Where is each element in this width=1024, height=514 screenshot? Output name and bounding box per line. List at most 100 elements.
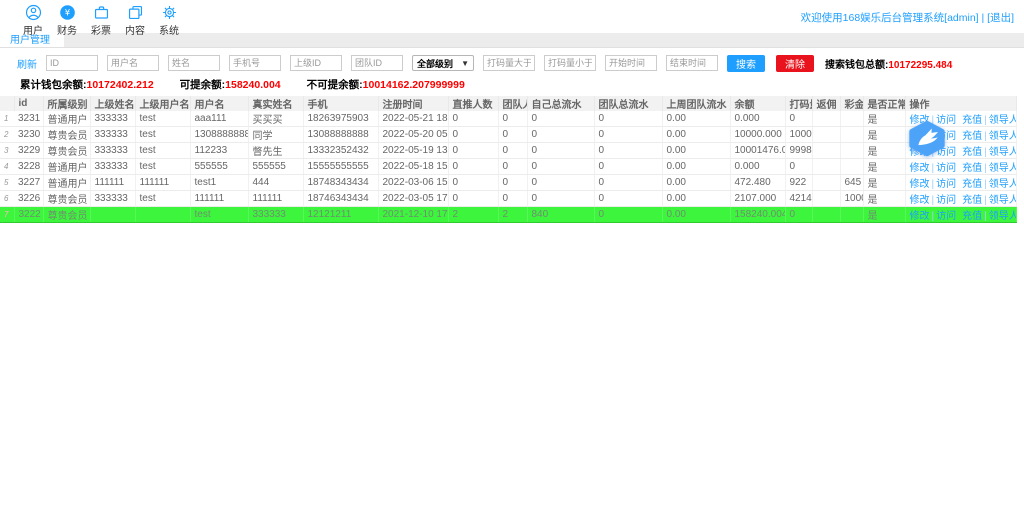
link-separator: |: [982, 131, 989, 142]
cell-team-flow: 0: [594, 143, 662, 159]
action-recharge-link[interactable]: 充值: [962, 195, 982, 206]
cell-last-week-team-flow: 0.00: [662, 207, 730, 223]
name-input[interactable]: [168, 55, 220, 71]
table-row: 33229尊贵会员333333test112233瞥先生133323524322…: [0, 143, 1016, 159]
parent-id-input[interactable]: [290, 55, 342, 71]
action-leader-link[interactable]: 领导人: [989, 131, 1016, 142]
link-separator: |: [982, 179, 989, 190]
cell-level: 普通用户: [43, 175, 90, 191]
non-withdrawable-balance-label: 不可提余额:: [307, 79, 363, 91]
dove-widget-icon[interactable]: [906, 120, 948, 162]
cell-level: 普通用户: [43, 111, 90, 127]
cell-last-week-team-flow: 0.00: [662, 175, 730, 191]
cell-balance: 0.000: [730, 111, 785, 127]
header-level: 所属级别: [43, 96, 90, 111]
phone-input[interactable]: [229, 55, 281, 71]
cell-direct-count: 0: [448, 127, 498, 143]
cell-bonus: [840, 143, 863, 159]
cell-team-flow: 0: [594, 207, 662, 223]
header-is-normal: 是否正常: [863, 96, 905, 111]
cell-team-flow: 0: [594, 127, 662, 143]
level-select-value: 全部级别: [417, 57, 453, 70]
clear-button[interactable]: 清除: [776, 55, 814, 72]
action-edit-link[interactable]: 修改: [910, 179, 930, 190]
action-visit-link[interactable]: 访问: [936, 163, 956, 174]
cell-reg-time: 2022-03-05 17:37: [378, 191, 448, 207]
cell-team-flow: 0: [594, 175, 662, 191]
bet-greater-input[interactable]: [483, 55, 535, 71]
refresh-link[interactable]: 刷新: [17, 56, 37, 71]
link-separator: |: [982, 115, 989, 126]
team-id-input[interactable]: [351, 55, 403, 71]
cell-bet-amount: 9998500: [785, 143, 812, 159]
header-id: id: [14, 96, 43, 111]
start-time-input[interactable]: [605, 55, 657, 71]
cell-team-count: 2: [498, 207, 527, 223]
cell-parent-name: 333333: [90, 159, 135, 175]
search-button[interactable]: 搜索: [727, 55, 765, 72]
cell-is-normal: 是: [863, 143, 905, 159]
welcome-text: 欢迎使用168娱乐后台管理系统[admin]: [801, 12, 979, 24]
action-visit-link[interactable]: 访问: [936, 211, 956, 222]
header-parent-username: 上级用户名: [135, 96, 190, 111]
action-leader-link[interactable]: 领导人: [989, 147, 1016, 158]
wallet-total-label: 搜索钱包总额:: [825, 60, 888, 71]
link-separator: |: [982, 195, 989, 206]
bet-less-input[interactable]: [544, 55, 596, 71]
action-edit-link[interactable]: 修改: [910, 163, 930, 174]
action-leader-link[interactable]: 领导人: [989, 163, 1016, 174]
cell-team-count: 0: [498, 191, 527, 207]
action-recharge-link[interactable]: 充值: [962, 147, 982, 158]
action-recharge-link[interactable]: 充值: [962, 131, 982, 142]
action-visit-link[interactable]: 访问: [936, 195, 956, 206]
nav-item-lottery[interactable]: 彩票: [84, 4, 118, 37]
id-input[interactable]: [46, 55, 98, 71]
row-index: 5: [0, 175, 14, 191]
action-recharge-link[interactable]: 充值: [962, 211, 982, 222]
action-edit-link[interactable]: 修改: [910, 211, 930, 222]
cell-actions: 修改|访问充值|领导人: [905, 175, 1016, 191]
cell-realname: 瞥先生: [248, 143, 303, 159]
header-reg-time: 注册时间: [378, 96, 448, 111]
cell-id: 3227: [14, 175, 43, 191]
action-leader-link[interactable]: 领导人: [989, 195, 1016, 206]
header-rebate: 返佣: [812, 96, 840, 111]
withdrawable-balance-value: 158240.004: [225, 79, 280, 91]
username-input[interactable]: [107, 55, 159, 71]
end-time-input[interactable]: [666, 55, 718, 71]
nav-item-system[interactable]: 系统: [152, 4, 186, 37]
cell-username: 555555: [190, 159, 248, 175]
header-parent-name: 上级姓名: [90, 96, 135, 111]
cell-parent-username: 111111: [135, 175, 190, 191]
action-recharge-link[interactable]: 充值: [962, 179, 982, 190]
non-withdrawable-balance-value: 10014162.207999999: [363, 79, 465, 91]
cell-team-count: 0: [498, 175, 527, 191]
user-icon: [16, 4, 50, 21]
nav-item-finance[interactable]: ¥ 财务: [50, 4, 84, 37]
logout-link[interactable]: [退出]: [987, 12, 1014, 24]
header-phone: 手机: [303, 96, 378, 111]
briefcase-icon: [84, 4, 118, 21]
cell-reg-time: 2022-05-18 15:19: [378, 159, 448, 175]
action-recharge-link[interactable]: 充值: [962, 115, 982, 126]
action-edit-link[interactable]: 修改: [910, 195, 930, 206]
cell-reg-time: 2021-12-10 17:03: [378, 207, 448, 223]
cell-direct-count: 0: [448, 191, 498, 207]
nav-item-content[interactable]: 内容: [118, 4, 152, 37]
action-visit-link[interactable]: 访问: [936, 179, 956, 190]
action-leader-link[interactable]: 领导人: [989, 179, 1016, 190]
cell-last-week-team-flow: 0.00: [662, 111, 730, 127]
cell-rebate: [812, 159, 840, 175]
chevron-down-icon: ▼: [461, 59, 469, 68]
nav-item-users[interactable]: 用户: [16, 4, 50, 37]
cell-id: 3226: [14, 191, 43, 207]
action-leader-link[interactable]: 领导人: [989, 115, 1016, 126]
cell-reg-time: 2022-05-20 05:24: [378, 127, 448, 143]
cell-username: test1: [190, 175, 248, 191]
level-select[interactable]: 全部级别 ▼: [412, 55, 474, 71]
cell-id: 3229: [14, 143, 43, 159]
cell-phone: 13088888888: [303, 127, 378, 143]
action-leader-link[interactable]: 领导人: [989, 211, 1016, 222]
cell-direct-count: 0: [448, 175, 498, 191]
action-recharge-link[interactable]: 充值: [962, 163, 982, 174]
